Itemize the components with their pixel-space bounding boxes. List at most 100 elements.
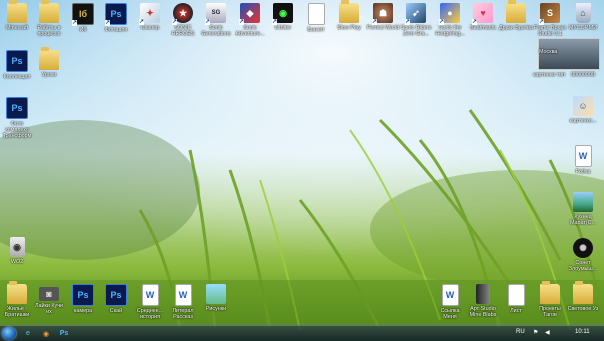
desktop-icon-work-in-progress[interactable]: Работы в процессе — [32, 0, 66, 37]
desktop-icon-00000008[interactable]: 00000008 — [566, 70, 600, 78]
folder-icon — [506, 0, 526, 23]
desktop-icon-kuznets-marat[interactable]: Кузнец Марат(С... — [566, 192, 600, 226]
desktop-icon-art-studio[interactable]: Арт Studio Mine Blabs — [466, 284, 500, 318]
scanner-app-icon: ✦ — [139, 3, 160, 25]
icon-label: картинки... — [569, 118, 597, 124]
icon-label: Perfect World — [366, 25, 400, 31]
folder-icon — [39, 47, 59, 70]
start-button[interactable] — [2, 327, 16, 340]
audio-file-icon: ◉ — [9, 237, 25, 257]
icon-label: Лист — [510, 308, 522, 314]
icon-label: Minecraft — [5, 25, 29, 31]
sonic-heroes-game-icon: ★ — [172, 3, 193, 25]
icon-label: Друзи Братва — [499, 25, 533, 31]
illustrator-app-icon: Іб — [72, 3, 94, 26]
icon-label: Orbiter — [274, 25, 292, 31]
word-document-icon: W — [174, 284, 192, 306]
icon-label: Сканер — [140, 25, 160, 31]
desktop-icon-kollektsiya[interactable]: Ps Коллекция — [0, 50, 34, 80]
recycle-bin-icon: ⌂ — [575, 3, 591, 23]
photoshop-file-icon: Ps — [6, 50, 28, 72]
clock[interactable]: 10:11 — [575, 329, 590, 335]
desktop-icon-foto-kompleks[interactable]: Ps Фото комплекс Трансформ — [0, 97, 34, 139]
image-file-icon — [206, 284, 226, 304]
orbiter-game-icon: ◉ — [272, 3, 293, 25]
desktop-icon-beatmania[interactable]: ♥ Beatmania — [466, 3, 500, 31]
desktop-icon-sonet-zloumysh[interactable]: ✺ Сонет Злоумыш... — [566, 238, 600, 272]
desktop-icon-photoshop[interactable]: Ps Фотошоп — [99, 3, 133, 33]
desktop-icon-scanner[interactable]: ✦ Сканер — [133, 3, 167, 31]
icon-label: WO2 — [10, 259, 24, 265]
desktop-icon-sonic-heroes[interactable]: ★ SONIC HEROES — [166, 3, 200, 37]
desktop-icon-frame-boxes-studio[interactable]: S Frame Boxes Studio 3.1 — [533, 3, 567, 37]
icon-label: Slow Play — [337, 25, 361, 31]
word-document-icon: W — [441, 284, 459, 306]
icon-label: Литерал Рассказ — [172, 308, 194, 320]
desktop-icon-literal[interactable]: W Литерал Рассказ — [166, 284, 200, 320]
flag-icon[interactable]: ⚑ — [533, 329, 538, 336]
folder-icon — [7, 0, 27, 23]
firefox-icon[interactable]: ◉ — [38, 328, 54, 339]
desktop-icon-druzi-bratva[interactable]: Друзи Братва — [499, 0, 533, 31]
desktop-icon-banket[interactable]: Банкет — [299, 3, 333, 33]
dark-app-icon — [476, 284, 490, 304]
desktop-icon-sonic-generations[interactable]: SG Sonic Generations — [199, 3, 233, 37]
desktop-icon-minecraft[interactable]: Minecraft — [0, 0, 34, 31]
icon-label: Frame Boxes Studio 3.1 — [533, 25, 567, 37]
sonic-generations-game-icon: SG — [205, 3, 226, 25]
desktop-icon-zhilyo-bratishki[interactable]: Жильё - Братишки — [0, 281, 34, 318]
desktop-icon-kartinki-tip[interactable]: картинки тип — [532, 70, 566, 78]
icon-label: Среднее... история — [136, 308, 164, 320]
desktop-icon-ssylka-menya[interactable]: W Ссылка Меня — [433, 284, 467, 320]
word-document-icon: W — [141, 284, 159, 306]
icon-label: Арт Studio Mine Blabs — [469, 306, 497, 318]
photoshop-file-icon: Ps — [72, 284, 94, 306]
desktop-icon-kartinki-anime[interactable]: ☺ картинки... — [566, 96, 600, 124]
photoshop-file-icon: Ps — [6, 97, 28, 119]
speaker-icon[interactable]: ◀ — [545, 329, 550, 336]
icon-label: Фотошоп — [104, 27, 128, 33]
desktop-icon-sonic-adventure[interactable]: ◆ Sonic Adventure... — [233, 3, 267, 37]
sonic-riders-game-icon: ➹ — [405, 3, 426, 25]
blank-document-icon — [307, 3, 325, 25]
icon-label: Рисунки — [205, 306, 227, 312]
desktop-icon-kamera[interactable]: Ps камера — [66, 284, 100, 314]
taskbar: e ◉ Ps RU ⚑ ◀ 10:11 — [0, 325, 604, 341]
icon-label: Лайки Кучи их — [34, 303, 64, 315]
desktop-icon-slow-play[interactable]: Slow Play — [332, 0, 366, 31]
desktop-icon-svetovoe[interactable]: Световое Уз — [566, 281, 600, 312]
icon-label: Sonic the Hedgehog... — [435, 25, 465, 37]
desktop-icon-list[interactable]: Лист — [499, 284, 533, 314]
icon-label: Сонет Злоумыш... — [568, 260, 598, 272]
desktop-icon-sonic-hedgehog[interactable]: ● Sonic the Hedgehog... — [433, 3, 467, 37]
language-indicator[interactable]: RU — [516, 329, 525, 335]
folder-icon — [339, 0, 359, 23]
desktop-icon-wo2[interactable]: ◉ WO2 — [0, 237, 34, 265]
desktop-icon-proekty-tagov[interactable]: Проекты Тагов — [533, 281, 567, 318]
desktop-icon-perfect-world[interactable]: ☗ Perfect World — [366, 3, 400, 31]
folder-icon — [7, 281, 27, 304]
desktop-icon-recycle-bin[interactable]: ⌂ МУСОР.МИ — [566, 3, 600, 31]
icon-label: Проекты Тагов — [539, 306, 561, 318]
desktop-icon-sonic-riders[interactable]: ➹ Sonic Riders Zero Gra... — [399, 3, 433, 37]
icon-label: Коллекция — [3, 74, 31, 80]
desktop-icon-risunki[interactable]: Рисунки — [199, 284, 233, 312]
icon-label: Световое Уз — [567, 306, 599, 312]
desktop-icon-srednee[interactable]: W Среднее... история — [133, 284, 167, 320]
folder-icon — [573, 281, 593, 304]
desktop-icon-poliva[interactable]: W Poliva — [566, 145, 600, 175]
icon-label: Кузнец Марат(С... — [569, 214, 597, 226]
desktop-icon-uroki[interactable]: Уроки — [32, 47, 66, 78]
photo-thumbnail-moskva[interactable]: Москва — [538, 38, 600, 70]
desktop-icon-orbiter[interactable]: ◉ Orbiter — [266, 3, 300, 31]
icon-label: Уроки — [41, 72, 57, 78]
ie-icon[interactable]: e — [20, 328, 36, 339]
icon-label: МУСОР.МИ — [568, 25, 598, 31]
sonic-adventure-game-icon: ◆ — [239, 3, 260, 25]
photoshop-app-icon: Ps — [105, 3, 127, 26]
icon-label: Работы в процессе — [37, 25, 61, 37]
desktop-icon-laiki[interactable]: ◙ Лайки Кучи их — [32, 284, 66, 315]
desktop-icon-skai[interactable]: Ps Скай — [99, 284, 133, 314]
desktop-icon-ib[interactable]: Іб Иб — [66, 3, 100, 33]
photoshop-icon[interactable]: Ps — [56, 328, 72, 339]
